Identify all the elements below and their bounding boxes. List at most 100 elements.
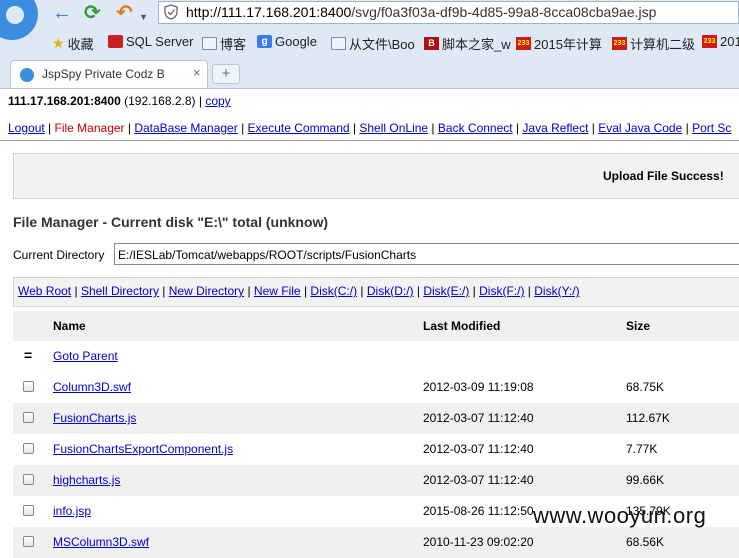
menu-item[interactable]: Java Reflect xyxy=(522,121,588,135)
copy-link[interactable]: copy xyxy=(205,94,230,108)
tab-favicon-icon xyxy=(20,68,34,82)
directory-link[interactable]: Disk(F:/) xyxy=(479,284,524,298)
upload-status-box: Upload File Success! xyxy=(13,153,739,199)
file-name-link[interactable]: FusionCharts.js xyxy=(53,411,136,425)
goto-parent-row: = Goto Parent xyxy=(13,341,739,372)
current-directory-input[interactable]: E:/IESLab/Tomcat/webapps/ROOT/scripts/Fu… xyxy=(114,243,739,265)
host-address: 111.17.168.201:8400 xyxy=(8,94,121,108)
bookmark-label: 计算机二级 xyxy=(630,37,696,52)
tab-jspspy[interactable]: JspSpy Private Codz B × xyxy=(10,60,208,88)
row-checkbox[interactable] xyxy=(23,381,34,392)
chevron-down-icon[interactable]: ▼ xyxy=(139,6,148,28)
close-icon[interactable]: × xyxy=(193,65,201,80)
row-checkbox[interactable] xyxy=(23,412,34,423)
file-modified: 2015-08-26 11:12:50 xyxy=(423,504,534,518)
233-icon: 233 xyxy=(702,35,717,48)
file-size: 112.67K xyxy=(626,411,670,425)
menu-separator: | xyxy=(682,121,693,135)
link-separator: | xyxy=(469,284,480,298)
shield-icon xyxy=(164,4,178,20)
bookmark-item[interactable]: 233 201 xyxy=(702,34,739,49)
star-icon: ★ xyxy=(52,35,65,51)
bookmark-label: 博客 xyxy=(220,37,247,52)
file-name-link[interactable]: info.jsp xyxy=(53,504,91,518)
file-name-link[interactable]: Column3D.swf xyxy=(53,380,131,394)
jb-icon: B xyxy=(424,37,439,50)
row-checkbox[interactable] xyxy=(23,443,34,454)
file-name-link[interactable]: FusionChartsExportComponent.js xyxy=(53,442,233,456)
url-text[interactable]: http://111.17.168.201:8400/svg/f0a3f03a-… xyxy=(186,4,656,20)
page-title: File Manager - Current disk "E:\" total … xyxy=(13,214,329,230)
directory-link[interactable]: Web Root xyxy=(18,284,71,298)
sql-icon xyxy=(108,35,123,48)
goto-parent-link[interactable]: Goto Parent xyxy=(53,349,118,363)
menu-item[interactable]: Logout xyxy=(8,121,45,135)
233-icon: 233 xyxy=(516,37,531,50)
menu-item[interactable]: Execute Command xyxy=(248,121,350,135)
refresh-icon[interactable]: ⟳ xyxy=(84,2,101,24)
file-size: 68.75K xyxy=(626,380,665,394)
column-header-modified[interactable]: Last Modified xyxy=(423,319,500,333)
menu-separator: | xyxy=(124,121,135,135)
menu-item[interactable]: Port Sc xyxy=(692,121,731,135)
menu-item[interactable]: Back Connect xyxy=(438,121,513,135)
link-separator: | xyxy=(158,284,169,298)
directory-link[interactable]: Disk(E:/) xyxy=(423,284,469,298)
bookmark-item[interactable]: 233 计算机二级 xyxy=(612,34,695,53)
file-modified: 2012-03-09 11:19:08 xyxy=(423,380,534,394)
table-row: FusionChartsExportComponent.js 2012-03-07… xyxy=(13,434,739,465)
directory-link[interactable]: New Directory xyxy=(169,284,244,298)
directory-links: Web Root | Shell Directory | New Directo… xyxy=(18,284,580,298)
bookmark-label: 从文件\Boo xyxy=(349,37,415,52)
file-modified: 2010-11-23 09:02:20 xyxy=(423,535,534,549)
parent-directory-icon: = xyxy=(24,347,33,363)
bookmark-item[interactable]: 233 2015年计算 xyxy=(516,34,602,53)
link-separator: | xyxy=(413,284,424,298)
link-separator: | xyxy=(71,284,81,298)
column-header-size[interactable]: Size xyxy=(626,319,650,333)
file-modified: 2012-03-07 11:12:40 xyxy=(423,411,534,425)
menu-item[interactable]: Eval Java Code xyxy=(598,121,682,135)
bookmarks-bar: ★ 收藏 SQL Server 博客 g Google 从文件\Boo B 脚本之家_w 233 2… xyxy=(0,29,739,55)
row-checkbox[interactable] xyxy=(23,474,34,485)
bookmark-item[interactable]: g Google xyxy=(257,34,317,49)
row-checkbox[interactable] xyxy=(23,505,34,516)
table-row: Column3D.swf 2012-03-09 11:19:08 68.75K xyxy=(13,372,739,403)
bookmark-item[interactable]: SQL Server xyxy=(108,34,193,49)
menu-item[interactable]: File Manager xyxy=(55,121,125,135)
column-header-name[interactable]: Name xyxy=(53,319,86,333)
directory-link[interactable]: New File xyxy=(254,284,301,298)
bookmark-item[interactable]: B 脚本之家_w xyxy=(424,34,511,53)
main-menu: Logout | File Manager | DataBase Manager… xyxy=(8,121,731,135)
tab-title: JspSpy Private Codz B xyxy=(42,67,165,81)
bookmark-item[interactable]: 从文件\Boo xyxy=(331,34,415,53)
bookmark-item[interactable]: 博客 xyxy=(202,34,246,53)
browser-chrome: ← ⟳ ↶ ▼ http://111.17.168.201:8400/svg/f… xyxy=(0,0,739,89)
address-bar[interactable]: http://111.17.168.201:8400/svg/f0a3f03a-… xyxy=(158,1,739,24)
bookmark-item[interactable]: ★ 收藏 xyxy=(52,34,94,53)
menu-separator: | xyxy=(237,121,248,135)
directory-link[interactable]: Shell Directory xyxy=(81,284,159,298)
row-checkbox[interactable] xyxy=(23,536,34,547)
directory-link[interactable]: Disk(C:/) xyxy=(310,284,357,298)
bookmark-label: 2015年计算 xyxy=(534,37,602,52)
directory-link[interactable]: Disk(D:/) xyxy=(367,284,414,298)
folder-icon xyxy=(202,37,217,50)
host-ip: (192.168.2.8) xyxy=(124,94,196,108)
file-size: 99.66K xyxy=(626,473,665,487)
directory-link[interactable]: Disk(Y:/) xyxy=(534,284,579,298)
menu-item[interactable]: Shell OnLine xyxy=(359,121,428,135)
upload-success-message: Upload File Success! xyxy=(603,169,724,183)
google-icon: g xyxy=(257,35,272,48)
url-host: http://111.17.168.201:8400 xyxy=(186,4,352,20)
new-tab-button[interactable]: + xyxy=(212,64,240,84)
file-name-link[interactable]: MSColumn3D.swf xyxy=(53,535,149,549)
table-row: highcharts.js 2012-03-07 11:12:40 99.66K xyxy=(13,465,739,496)
file-modified: 2012-03-07 11:12:40 xyxy=(423,473,534,487)
undo-icon[interactable]: ↶ xyxy=(116,2,133,24)
file-name-link[interactable]: highcharts.js xyxy=(53,473,120,487)
233-icon: 233 xyxy=(612,37,627,50)
file-modified: 2012-03-07 11:12:40 xyxy=(423,442,534,456)
back-icon[interactable]: ← xyxy=(52,2,72,24)
menu-item[interactable]: DataBase Manager xyxy=(134,121,237,135)
